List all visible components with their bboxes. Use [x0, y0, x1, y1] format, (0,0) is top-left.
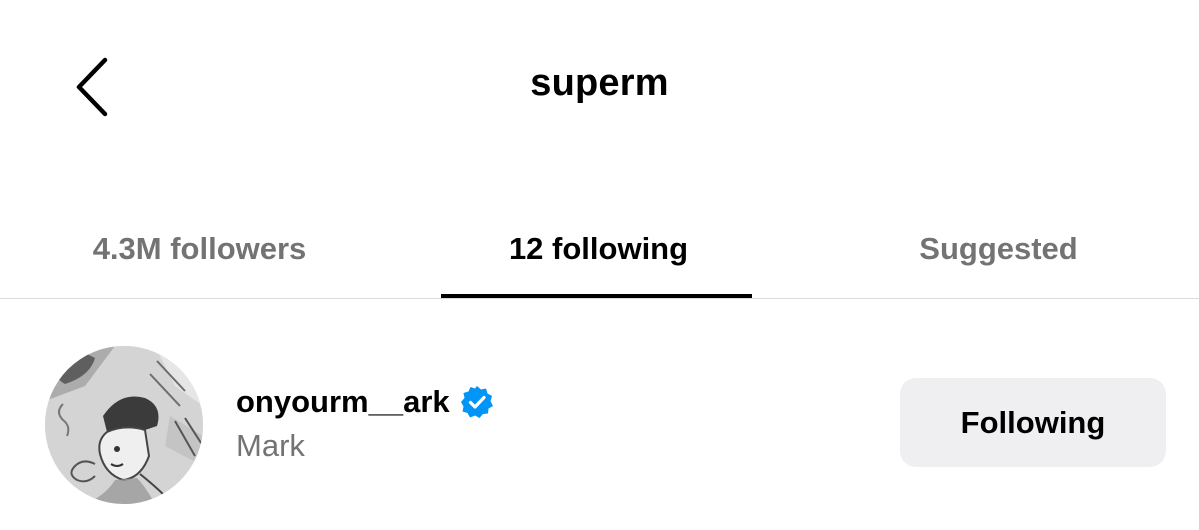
following-list: onyourm__ark Mark Following [0, 300, 1199, 530]
tab-suggested[interactable]: Suggested [798, 200, 1199, 298]
user-info: onyourm__ark Mark [236, 380, 494, 464]
full-name: Mark [236, 428, 305, 463]
tab-followers[interactable]: 4.3M followers [0, 200, 399, 298]
username[interactable]: onyourm__ark [236, 384, 450, 420]
avatar[interactable] [45, 346, 203, 504]
verified-badge-icon [460, 385, 494, 419]
username-row: onyourm__ark [236, 380, 494, 424]
following-button[interactable]: Following [900, 378, 1166, 467]
page-title: superm [530, 62, 669, 104]
top-bar: superm [0, 0, 1199, 180]
tabs-divider [0, 298, 1199, 299]
list-item: onyourm__ark Mark Following [0, 300, 1199, 530]
tab-following[interactable]: 12 following [399, 200, 798, 298]
tab-bar: 4.3M followers 12 following Suggested [0, 200, 1199, 300]
avatar-sketch-image [45, 346, 203, 504]
